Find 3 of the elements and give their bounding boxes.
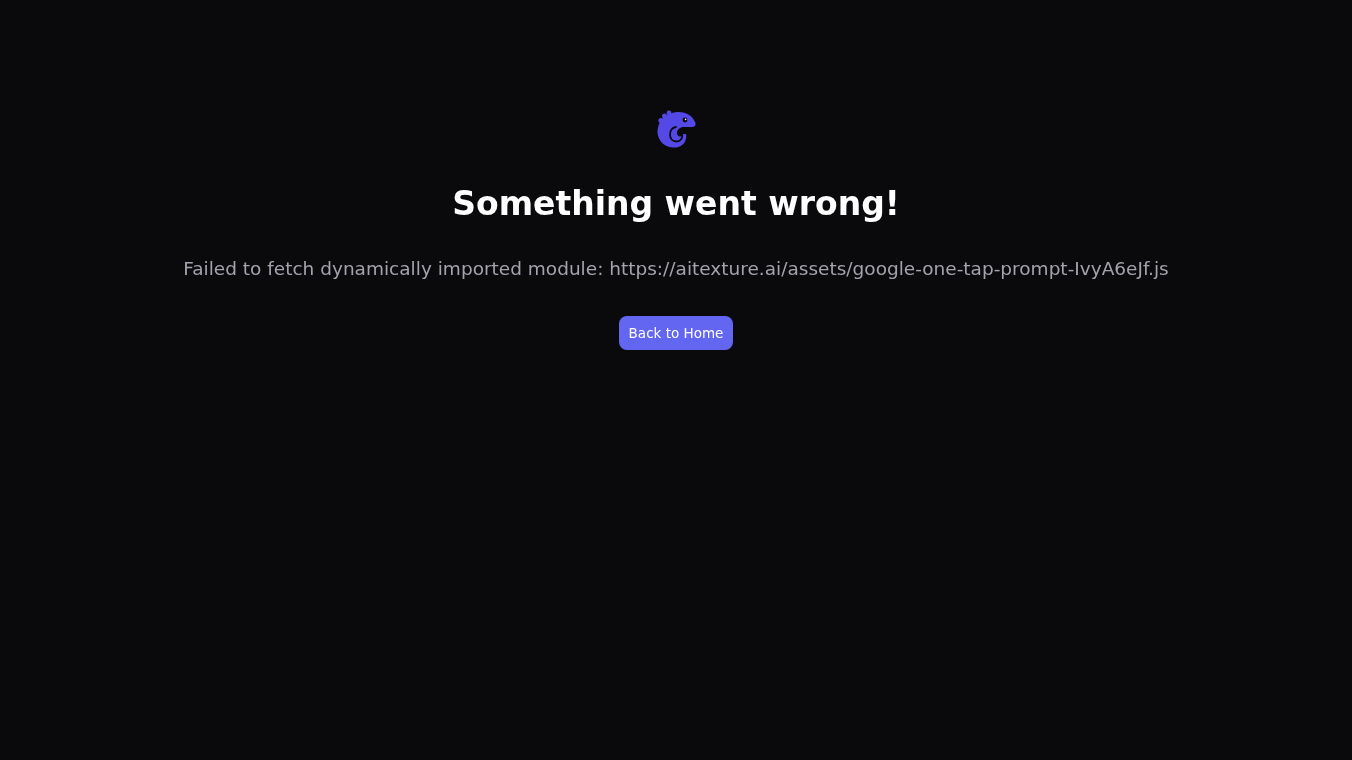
- error-message: Failed to fetch dynamically imported module: https://aitexture.ai/assets/google-one-tap-prompt-IvyA6eJf.js: [183, 257, 1169, 281]
- error-heading: Something went wrong!: [452, 183, 900, 225]
- back-to-home-button[interactable]: Back to Home: [618, 316, 734, 350]
